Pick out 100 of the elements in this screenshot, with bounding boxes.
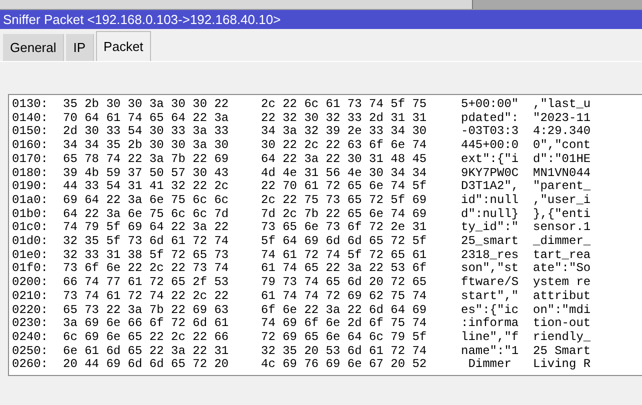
- hex-bytes: 22 32 30 32 33 2d 31 31: [261, 112, 428, 126]
- ascii-text: 445+00:0: [461, 139, 520, 153]
- ascii-text: 25_smart: [461, 235, 520, 249]
- hex-bytes: 6c 69 6e 65 22 2c 22 66: [63, 330, 230, 345]
- hex-bytes: 39 4b 59 37 50 57 30 43: [63, 166, 230, 180]
- hex-bytes: 74 69 6f 6e 2d 6f 75 74: [261, 317, 428, 331]
- offset-label: 0250:: [12, 344, 50, 358]
- offset-label: 0260:: [12, 358, 50, 372]
- tab[interactable]: General: [3, 34, 64, 61]
- hex-bytes: 44 33 54 31 41 32 22 2c: [63, 180, 230, 194]
- hex-bytes: 32 35 5f 73 6d 61 72 74: [63, 235, 230, 249]
- ascii-text: son","st: [461, 262, 520, 276]
- hex-bytes: 2d 30 33 54 30 33 3a 33: [63, 125, 230, 139]
- offset-label: 01a0:: [12, 194, 50, 208]
- hex-bytes: 79 73 74 65 6d 20 72 65: [261, 276, 428, 290]
- hex-bytes: 22 70 61 72 65 6e 74 5f: [261, 180, 428, 194]
- ascii-text: Dimmer: [467, 358, 512, 372]
- ascii-text: ate":"So: [533, 262, 592, 276]
- offset-label: 01f0:: [12, 262, 50, 276]
- offset-label: 0160:: [12, 139, 50, 153]
- hex-bytes: 70 64 61 74 65 64 22 3a: [63, 112, 230, 125]
- ascii-text: ystem re: [533, 276, 592, 290]
- hex-bytes: 74 79 5f 69 64 22 3a 22: [63, 221, 230, 235]
- ascii-text: MN1VN044: [533, 166, 592, 180]
- hex-bytes: 65 78 74 22 3a 7b 22 69: [63, 152, 230, 167]
- tab[interactable]: Packet: [96, 31, 152, 61]
- hex-bytes: 6f 6e 22 3a 22 6d 64 69: [261, 304, 428, 317]
- hex-bytes: 6e 61 6d 65 22 3a 22 31: [63, 344, 230, 358]
- ascii-text: ty_id":": [461, 221, 520, 236]
- offset-label: 0190:: [12, 180, 50, 194]
- hex-bytes: 64 22 3a 22 30 31 48 45: [261, 152, 428, 167]
- offset-label: 0130:: [12, 98, 50, 112]
- hex-bytes: 61 74 65 22 3a 22 53 6f: [261, 262, 428, 276]
- ascii-text: pdated":: [461, 112, 520, 126]
- hex-bytes: 34 3a 32 39 2e 33 34 30: [261, 125, 428, 139]
- ascii-text: on":"mdi: [533, 304, 592, 317]
- offset-label: 01e0:: [12, 248, 50, 262]
- ascii-text: ,"last_u: [533, 98, 592, 112]
- ascii-text: "2023-11: [533, 112, 592, 126]
- hex-bytes: 2c 22 75 73 65 72 5f 69: [261, 194, 428, 208]
- hex-bytes: 61 74 74 72 69 62 75 74: [261, 290, 428, 304]
- ascii-text: 5+00:00": [461, 98, 520, 112]
- offset-label: 01b0:: [12, 208, 50, 222]
- ascii-text: _dimmer_: [533, 235, 592, 249]
- hex-bytes: 74 61 72 74 5f 72 65 61: [261, 248, 428, 262]
- offset-label: 0150:: [12, 125, 50, 140]
- offset-label: 0210:: [12, 290, 50, 304]
- ascii-text: ftware/S: [461, 276, 520, 290]
- ascii-text: ,"user_i: [533, 194, 592, 208]
- ascii-text: ext":{"i: [461, 152, 520, 167]
- ascii-text: start",": [461, 290, 520, 304]
- ascii-text: D3T1A2",: [461, 180, 520, 194]
- hex-bytes: 65 73 22 3a 7b 22 69 63: [63, 304, 230, 317]
- hex-bytes: 2c 22 6c 61 73 74 5f 75: [261, 98, 428, 112]
- window-title: Sniffer Packet <192.168.0.103->192.168.40.10>: [3, 13, 281, 26]
- hex-bytes: 35 2b 30 30 3a 30 30 22: [63, 98, 230, 112]
- ascii-text: -03T03:3: [461, 125, 520, 140]
- offset-label: 0170:: [12, 152, 50, 167]
- offset-label: 0140:: [12, 112, 50, 126]
- hex-bytes: 73 6f 6e 22 2c 22 73 74: [63, 262, 230, 276]
- hex-bytes: 32 35 20 53 6d 61 72 74: [261, 344, 428, 358]
- hex-bytes: 66 74 77 61 72 65 2f 53: [63, 276, 230, 290]
- hex-bytes: 3a 69 6e 66 6f 72 6d 61: [63, 317, 230, 331]
- hex-bytes: 4c 69 76 69 6e 67 20 52: [261, 358, 428, 372]
- ascii-text: 0","cont: [533, 139, 592, 153]
- offset-label: 0220:: [12, 304, 50, 318]
- offset-label: 0240:: [12, 330, 50, 345]
- hex-bytes: 5f 64 69 6d 6d 65 72 5f: [261, 235, 428, 249]
- ascii-text: riendly_: [533, 330, 592, 345]
- ascii-text: name":"1: [461, 344, 520, 358]
- ascii-text: 25 Smart: [533, 344, 592, 358]
- offset-label: 01c0:: [12, 221, 50, 235]
- offset-label: 0200:: [12, 276, 50, 290]
- ascii-text: "parent_: [533, 180, 592, 194]
- hex-bytes: 4d 4e 31 56 4e 30 34 34: [261, 166, 428, 180]
- ascii-text: tart_rea: [533, 248, 592, 262]
- tab[interactable]: IP: [66, 34, 94, 61]
- ascii-text: es":{"ic: [461, 304, 520, 317]
- ascii-text: :informa: [461, 317, 520, 331]
- hex-bytes: 73 74 61 72 74 22 2c 22: [63, 290, 230, 304]
- hex-bytes: 72 69 65 6e 64 6c 79 5f: [261, 330, 428, 345]
- ascii-text: id":null: [461, 194, 520, 208]
- ascii-text: attribut: [533, 290, 592, 304]
- hex-bytes: 30 22 2c 22 63 6f 6e 74: [261, 139, 428, 153]
- hex-bytes: 73 65 6e 73 6f 72 2e 31: [261, 221, 428, 235]
- offset-label: 0230:: [12, 317, 50, 331]
- ascii-text: d":null}: [461, 208, 520, 221]
- ascii-text: 2318_res: [461, 248, 520, 262]
- hex-bytes: 32 33 31 38 5f 72 65 73: [63, 248, 230, 262]
- offset-label: 0180:: [12, 166, 50, 180]
- hex-bytes: 69 64 22 3a 6e 75 6c 6c: [63, 194, 230, 208]
- ascii-text: Living R: [533, 358, 592, 372]
- ascii-text: tion-out: [533, 317, 592, 331]
- offset-label: 01d0:: [12, 235, 50, 249]
- hex-bytes: 64 22 3a 6e 75 6c 6c 7d: [63, 208, 230, 221]
- ascii-text: line","f: [461, 330, 520, 345]
- ascii-text: sensor.1: [533, 221, 592, 235]
- hex-bytes: 7d 2c 7b 22 65 6e 74 69: [261, 208, 428, 221]
- hex-bytes: 20 44 69 6d 6d 65 72 20: [63, 358, 230, 372]
- hex-bytes: 34 34 35 2b 30 30 3a 30: [63, 139, 230, 153]
